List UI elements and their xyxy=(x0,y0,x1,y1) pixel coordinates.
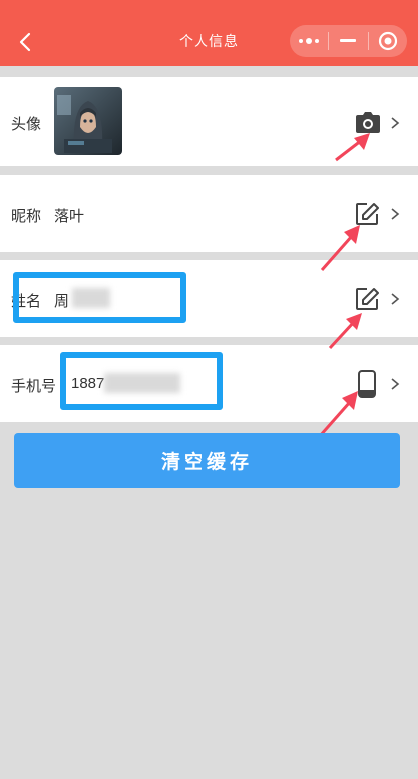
avatar-image[interactable] xyxy=(54,87,122,155)
mini-program-capsule xyxy=(290,25,407,57)
name-highlight-box xyxy=(13,272,186,323)
annotation-arrow xyxy=(320,225,360,271)
nickname-label: 昵称 xyxy=(11,208,42,225)
chevron-right-icon xyxy=(391,293,400,305)
edit-icon[interactable] xyxy=(355,287,379,311)
close-button[interactable] xyxy=(369,25,407,57)
nickname-value: 落叶 xyxy=(54,208,85,225)
minimize-button[interactable] xyxy=(329,25,367,57)
minus-icon xyxy=(340,39,357,42)
annotation-arrow xyxy=(328,313,362,350)
phone-label: 手机号 xyxy=(11,378,57,395)
clear-cache-button[interactable]: 清空缓存 xyxy=(14,433,400,488)
more-dots-icon xyxy=(299,38,320,44)
more-menu-button[interactable] xyxy=(290,25,328,57)
chevron-right-icon xyxy=(391,117,400,129)
phone-highlight-box xyxy=(60,352,223,410)
top-bar: 个人信息 xyxy=(0,0,418,66)
target-circle-icon xyxy=(378,31,397,51)
avatar-label: 头像 xyxy=(11,116,42,133)
annotation-arrow xyxy=(335,133,370,162)
chevron-right-icon xyxy=(391,208,400,220)
chevron-right-icon xyxy=(391,378,400,390)
